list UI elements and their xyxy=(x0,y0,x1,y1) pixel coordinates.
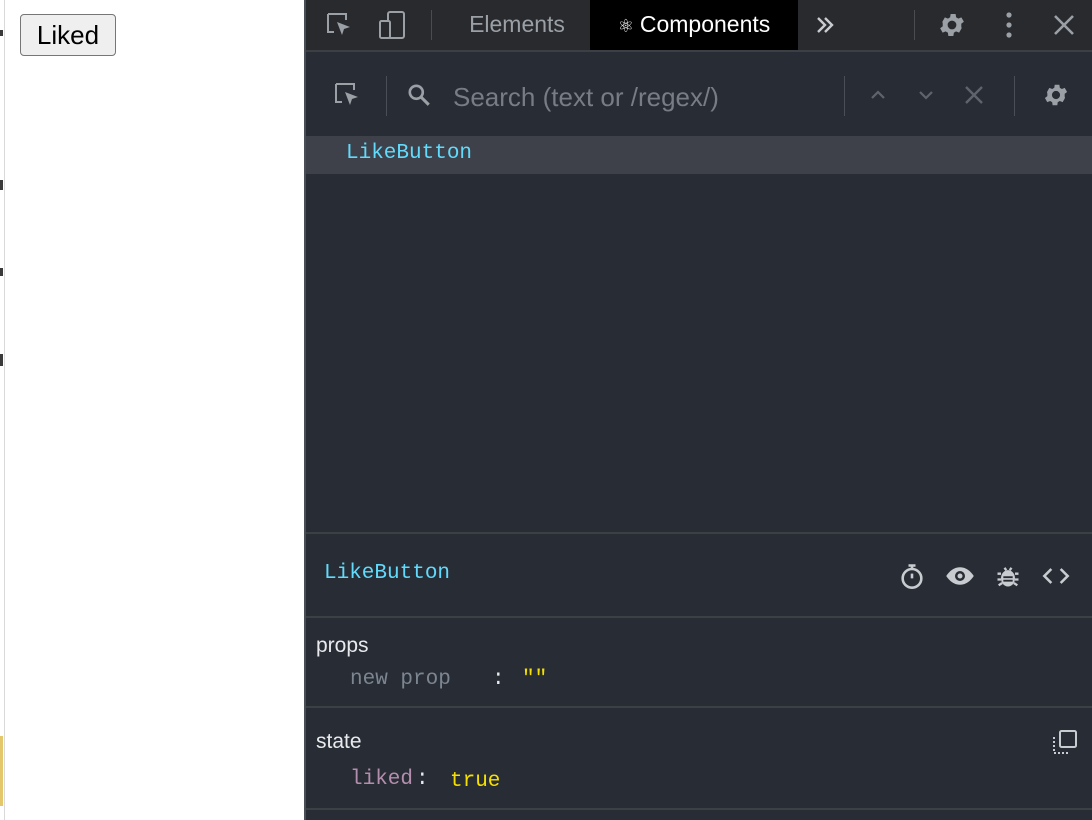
react-atom-icon: ⚛ xyxy=(617,16,634,36)
prop-colon: : xyxy=(492,668,505,691)
tree-row-label: LikeButton xyxy=(346,142,473,165)
tab-components[interactable]: ⚛ Components xyxy=(590,0,798,50)
liked-button[interactable]: Liked xyxy=(20,14,116,56)
tab-elements[interactable]: Elements xyxy=(448,0,586,50)
devtools-panel: Elements ⚛ Components Search (text or /r… xyxy=(306,0,1092,820)
component-search-bar xyxy=(306,52,1092,136)
tab-elements-label: Elements xyxy=(469,11,565,37)
chevron-down-icon[interactable] xyxy=(909,78,943,112)
kebab-menu-icon[interactable] xyxy=(992,8,1026,42)
section-divider xyxy=(306,808,1092,810)
edge-mark xyxy=(0,736,3,806)
state-colon: : xyxy=(416,768,429,791)
select-component-icon[interactable] xyxy=(330,78,364,112)
component-settings-icon[interactable] xyxy=(1039,78,1073,112)
inspect-element-icon[interactable] xyxy=(322,8,356,42)
page-viewport: Liked xyxy=(0,0,305,820)
more-tabs-icon[interactable] xyxy=(808,8,842,42)
search-separator xyxy=(844,76,845,116)
device-toggle-icon[interactable] xyxy=(376,8,410,42)
search-separator xyxy=(1014,76,1015,116)
section-divider xyxy=(306,616,1092,618)
section-divider xyxy=(306,706,1092,708)
edge-mark xyxy=(0,354,3,366)
edge-mark xyxy=(0,180,3,190)
clear-search-icon[interactable] xyxy=(957,78,991,112)
search-icon xyxy=(402,78,436,112)
stopwatch-icon[interactable] xyxy=(896,560,928,592)
devtools-tabbar: Elements ⚛ Components xyxy=(306,0,1092,52)
inspector-header: LikeButton xyxy=(306,534,1092,616)
page-left-edge xyxy=(0,0,5,820)
edge-mark xyxy=(0,268,3,276)
search-separator xyxy=(386,76,387,116)
state-section-title: state xyxy=(316,730,362,753)
inspector-component-name: LikeButton xyxy=(324,562,451,585)
state-key-liked: liked xyxy=(350,768,414,791)
state-value-liked[interactable]: true xyxy=(450,770,500,793)
toolbar-separator xyxy=(431,10,432,40)
chevron-up-icon[interactable] xyxy=(861,78,895,112)
edge-mark xyxy=(0,30,3,36)
tab-components-label: Components xyxy=(639,11,771,37)
eye-icon[interactable] xyxy=(944,560,976,592)
new-prop-key-input[interactable]: new prop xyxy=(350,668,451,691)
tree-row-likebutton[interactable]: LikeButton xyxy=(306,136,1092,174)
settings-gear-icon[interactable] xyxy=(935,8,969,42)
toolbar-separator xyxy=(914,10,915,40)
new-prop-value-input[interactable]: "" xyxy=(522,668,547,691)
component-tree-empty-area xyxy=(306,174,1092,532)
code-icon[interactable] xyxy=(1040,560,1072,592)
close-icon[interactable] xyxy=(1047,8,1081,42)
search-input[interactable] xyxy=(451,78,845,116)
props-section-title: props xyxy=(316,634,369,657)
copy-to-clipboard-icon[interactable] xyxy=(1050,727,1080,757)
bug-icon[interactable] xyxy=(992,560,1024,592)
